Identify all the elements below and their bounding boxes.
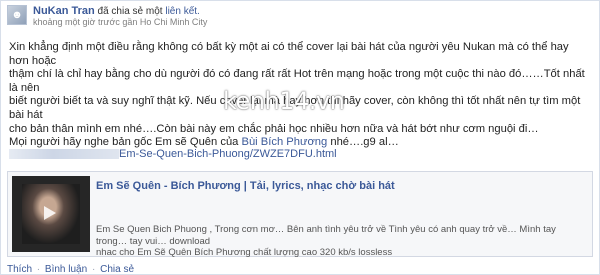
preview-desc-line: Em Se Quen Bich Phuong , Trong cơn mơ… B… — [96, 224, 556, 247]
body-text-before-link: Mọi người hãy nghe bản gốc Em sẽ Quên củ… — [9, 136, 239, 149]
body-text-after-link: nhé….g9 al… — [330, 136, 399, 149]
url-blurred-prefix — [9, 149, 119, 160]
preview-description: Em Se Quen Bich Phuong , Trong cơn mơ… B… — [96, 224, 584, 259]
shared-link[interactable]: liên kết. — [165, 6, 199, 17]
play-icon[interactable] — [44, 206, 56, 220]
like-link[interactable]: Thích — [7, 264, 32, 275]
share-link[interactable]: Chia sẻ — [100, 264, 134, 275]
action-separator: · — [91, 264, 96, 275]
avatar[interactable]: ☻ — [7, 5, 27, 25]
author-name[interactable]: NuKan Tran — [33, 5, 95, 17]
body-line: cho bản thân mình em nhé….Còn bài này em… — [9, 122, 539, 135]
body-line: Xin khẳng định một điều rằng không có bấ… — [9, 41, 569, 67]
artist-link[interactable]: Bùi Bích Phương — [242, 136, 328, 148]
author-line: NuKan Tran đã chia sẻ một liên kết. — [33, 5, 200, 17]
user-avatar-icon: ☻ — [11, 9, 23, 21]
preview-thumbnail[interactable] — [12, 176, 90, 252]
post-meta: khoảng một giờ trước gần Ho Chi Minh Cit… — [33, 17, 208, 27]
preview-desc-line: nhac cho Em Sẽ Quên Bích Phương chất lượ… — [96, 247, 393, 258]
url-text[interactable]: Em-Se-Quen-Bich-Phuong/ZWZE7DFU.html — [119, 148, 337, 160]
action-separator: · — [36, 264, 41, 275]
post-header: ☻ NuKan Tran đã chia sẻ một liên kết. kh… — [7, 5, 593, 27]
link-preview[interactable]: Em Sẽ Quên - Bích Phương | Tải, lyrics, … — [7, 171, 593, 259]
post-actions: Thích · Bình luận · Chia sẻ — [7, 264, 134, 275]
comment-link[interactable]: Bình luận — [45, 264, 87, 275]
shared-url[interactable]: Em-Se-Quen-Bich-Phuong/ZWZE7DFU.html — [9, 148, 337, 160]
post-card: ☻ NuKan Tran đã chia sẻ một liên kết. kh… — [0, 0, 600, 275]
preview-title[interactable]: Em Sẽ Quên - Bích Phương | Tải, lyrics, … — [96, 180, 395, 192]
watermark: kenh14.vn — [223, 87, 345, 115]
shared-text: đã chia sẻ một — [97, 6, 163, 17]
